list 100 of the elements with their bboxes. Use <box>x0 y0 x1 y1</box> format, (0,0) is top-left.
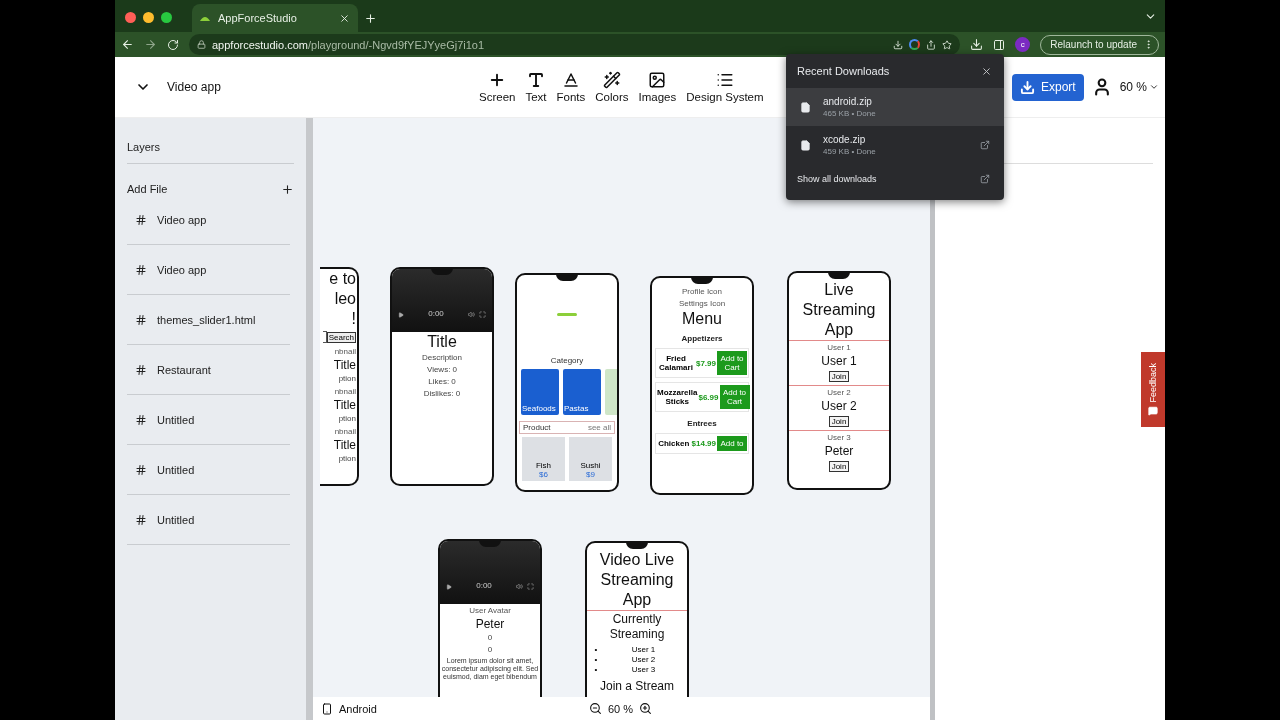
image-alt-text: nbnail <box>334 347 356 357</box>
dish-price: $14.99 <box>691 439 716 448</box>
section-label: Product <box>523 423 551 432</box>
screen-text: ption <box>338 454 356 464</box>
toolbar-button[interactable]: Colors <box>595 71 629 103</box>
screen-text: Views: 0 <box>426 365 458 375</box>
screen-heading: Title <box>333 438 356 453</box>
show-all-downloads-link[interactable]: Show all downloads <box>797 174 877 184</box>
file-meta: 465 KB • Done <box>823 109 877 118</box>
join-button[interactable]: Join <box>828 416 850 427</box>
file-item[interactable]: Untitled <box>127 395 290 445</box>
toolbar-button[interactable]: Design System <box>686 71 764 103</box>
screen-title: ! <box>351 309 356 329</box>
product-card[interactable]: Sushi $9 <box>569 437 612 481</box>
screen-title: leo <box>334 289 356 309</box>
device-label: Android <box>339 702 377 715</box>
address-bar[interactable]: appforcestudio.com/playground/-Ngvd9fYEJYyeGj7i1o1 <box>189 34 961 55</box>
screen-heading: Title <box>333 398 356 413</box>
screen-heading: Join a Stream <box>599 679 674 694</box>
add-to-cart-button[interactable]: Add to Cart <box>719 385 750 409</box>
dish-price: $6.99 <box>698 392 719 402</box>
toolbar-button[interactable]: Fonts <box>556 71 586 103</box>
file-meta: 459 KB • Done <box>823 147 877 156</box>
section-label: Category <box>549 355 585 367</box>
toolbar-button[interactable]: Images <box>638 71 677 103</box>
section-heading: Entrees <box>687 419 717 428</box>
panel-title: Layers <box>127 140 161 153</box>
screen-text: ption <box>338 414 356 424</box>
video-player[interactable]: 0:00 <box>392 269 492 332</box>
file-item[interactable]: Untitled <box>127 445 290 495</box>
file-item[interactable]: Video app <box>127 245 290 295</box>
dish-price: $7.99 <box>695 358 716 368</box>
product-name: Fish <box>534 461 553 470</box>
product-price: $9 <box>585 470 596 479</box>
zoom-level: 60 % <box>608 702 634 715</box>
toolbar-button[interactable]: Text <box>525 71 547 103</box>
list-marker: • <box>593 645 599 655</box>
phone-mockup[interactable]: Video Live Streaming App Currently Streaming • User 1 • User 2 • User 3 Join a Stream <box>585 541 689 697</box>
file-item[interactable]: Restaurant <box>127 345 290 395</box>
image-alt-text: User 3 <box>827 433 851 443</box>
project-name: Video app <box>167 80 222 94</box>
image-alt-text: nbnail <box>334 427 356 437</box>
browser-tab[interactable]: AppForceStudio <box>192 4 358 32</box>
download-item[interactable]: android.zip 465 KB • Done <box>786 88 1004 126</box>
product-price: $6 <box>538 470 549 479</box>
export-button[interactable]: Export <box>1011 73 1084 101</box>
screen-text: Likes: 0 <box>428 377 456 387</box>
screen-text: Dislikes: 0 <box>423 389 461 399</box>
screen-text: 0 <box>487 633 493 643</box>
search-button[interactable]: Search <box>326 331 356 343</box>
file-item[interactable]: Video app <box>127 195 290 245</box>
file-item[interactable]: themes_slider1.html <box>127 295 290 345</box>
screen-heading: Title <box>333 358 356 373</box>
feedback-tab[interactable]: Feedback <box>1141 352 1165 427</box>
image-alt-text: nbnail <box>334 387 356 397</box>
join-button[interactable]: Join <box>828 461 850 472</box>
add-file-label: Add File <box>127 183 168 195</box>
file-name: xcode.zip <box>823 134 867 145</box>
category-tile[interactable]: Seafoods <box>521 369 559 415</box>
category-tile[interactable]: Pastas <box>563 369 601 415</box>
image-alt-text: User Avatar <box>469 606 511 616</box>
list-item: User 3 <box>630 665 657 675</box>
screen-title: Video Live Streaming App <box>598 550 676 610</box>
screen-title: Menu <box>682 309 722 329</box>
file-name: android.zip <box>823 96 873 107</box>
see-all-link[interactable]: see all <box>587 423 611 432</box>
zoom-dropdown[interactable]: 60 % <box>1117 80 1161 94</box>
dish-name: Chicken <box>657 439 691 448</box>
section-heading: Appetizers <box>681 334 723 343</box>
popup-title: Recent Downloads <box>797 65 890 77</box>
screen-heading: User 1 <box>821 354 857 369</box>
video-player[interactable]: 0:00 <box>440 541 540 604</box>
screen-title: e to <box>329 269 356 289</box>
screen-text: 0 <box>487 645 493 655</box>
add-to-cart-button[interactable]: Add to Cart <box>717 351 747 375</box>
phone-mockup[interactable]: e to leo ! Search nbnail Title ption nbnail Title ption nbnail Title ption <box>320 267 359 486</box>
file-item[interactable]: Untitled <box>127 495 290 545</box>
screen-heading: Peter <box>824 444 854 459</box>
phone-mockup[interactable]: 0:00 Title Description Views: 0 Likes: 0 Dislikes: 0 <box>390 267 494 486</box>
video-time: 0:00 <box>427 309 445 318</box>
phone-mockup[interactable]: Category Seafoods Pastas Product see all Fish $6 Sushi $9 <box>515 273 619 492</box>
screen-heading: Peter <box>475 617 505 632</box>
screen-heading: Currently Streaming <box>608 612 666 642</box>
add-to-cart-button[interactable]: Add to <box>717 436 747 451</box>
screen-title: Live Streaming App <box>801 280 877 340</box>
image-alt-text: Settings Icon <box>678 299 726 309</box>
phone-mockup[interactable]: Live Streaming App User 1 User 1 Join User 2 User 2 Join User 3 Peter Join <box>787 271 891 490</box>
list-marker: • <box>593 655 599 665</box>
image-alt-text: Profile Icon <box>682 287 722 297</box>
screen-text: Description <box>422 353 462 363</box>
download-item[interactable]: xcode.zip 459 KB • Done <box>786 126 1004 164</box>
join-button[interactable]: Join <box>828 371 850 382</box>
list-item: User 2 <box>630 655 657 665</box>
screen-text: ption <box>338 374 356 384</box>
toolbar-button[interactable]: Screen <box>479 71 516 103</box>
product-name: Sushi <box>579 461 602 470</box>
video-time: 0:00 <box>475 581 493 590</box>
profile-avatar[interactable]: c <box>1015 37 1031 52</box>
image-alt-text: User 2 <box>827 388 851 398</box>
product-card[interactable]: Fish $6 <box>522 437 565 481</box>
